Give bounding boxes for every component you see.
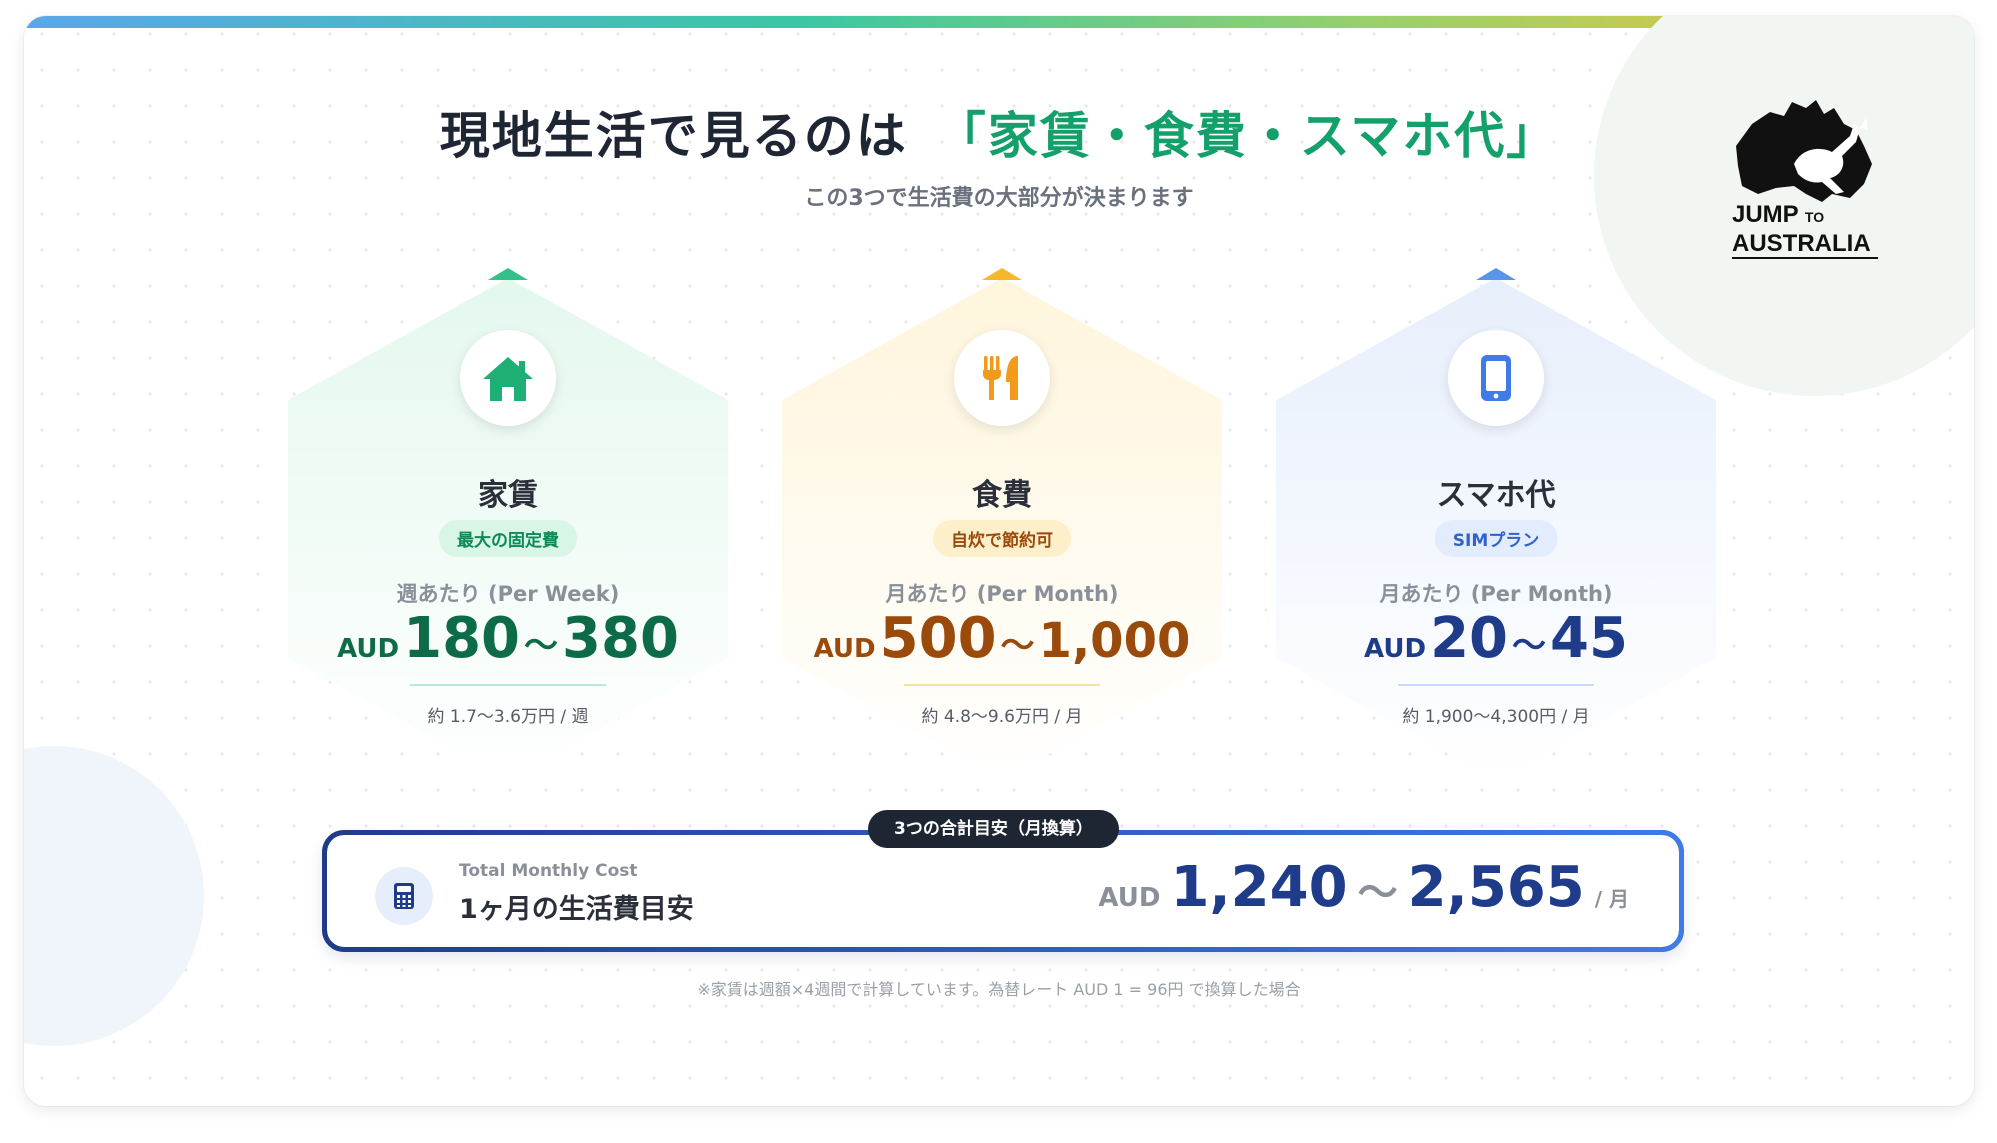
card-amount: AUD500 ～1,000 — [772, 606, 1232, 671]
decorative-circle — [24, 746, 204, 1046]
card-title: 食費 — [972, 478, 1032, 513]
divider — [1398, 684, 1594, 686]
card-title: 家賃 — [478, 478, 538, 513]
calculator-icon-badge — [375, 867, 433, 925]
amount-min: 1,240 — [1170, 855, 1348, 920]
house-icon-badge — [460, 330, 556, 426]
divider — [410, 684, 606, 686]
australia-map-icon — [1736, 100, 1872, 202]
smartphone-icon-badge — [1448, 330, 1544, 426]
currency-label: AUD — [1364, 634, 1427, 664]
card-yen-estimate: 約 4.8〜9.6万円 / 月 — [921, 707, 1083, 727]
card-title: スマホ代 — [1436, 478, 1556, 513]
house-icon — [483, 357, 533, 401]
amount-min: 500 — [879, 606, 997, 671]
card-period: 月あたり (Per Month) — [885, 582, 1119, 606]
page-title: 現地生活で見るのは 「家賃・食費・スマホ代」 — [24, 96, 1974, 178]
logo-line2: AUSTRALIA — [1732, 231, 1878, 259]
range-tilde: ～ — [1357, 870, 1398, 916]
card-badge: 自炊で節約可 — [933, 520, 1071, 557]
amount-max: 45 — [1550, 606, 1628, 671]
jump-to-australia-logo: JUMP TO AUSTRALIA — [1732, 94, 1892, 264]
card-period: 月あたり (Per Month) — [1379, 582, 1613, 606]
currency-label: AUD — [1098, 883, 1161, 913]
range-tilde: ～ — [524, 626, 559, 666]
currency-label: AUD — [337, 634, 400, 664]
fork-knife-icon — [983, 356, 1018, 400]
card-badge: 最大の固定費 — [439, 520, 577, 557]
total-cost-panel: Total Monthly Cost 1ヶ月の生活費目安 AUD 1,240 ～ 2,… — [322, 830, 1684, 952]
total-label-jp: 1ヶ月の生活費目安 — [459, 894, 694, 925]
amount-unit: / 月 — [1594, 887, 1629, 911]
logo-wordmark: JUMP TO AUSTRALIA — [1732, 202, 1882, 259]
fork-knife-icon-badge — [954, 330, 1050, 426]
card-yen-estimate: 約 1.7〜3.6万円 / 週 — [427, 707, 589, 727]
currency-label: AUD — [813, 634, 876, 664]
logo-line1: JUMP TO — [1732, 201, 1825, 228]
title-main: 現地生活で見るのは — [439, 107, 908, 165]
phone-card: スマホ代 SIMプラン 月あたり (Per Month) AUD20 ～45 約 … — [1266, 260, 1726, 790]
amount-min: 20 — [1430, 606, 1509, 671]
calculator-icon — [394, 883, 414, 909]
card-badge: SIMプラン — [1434, 520, 1558, 557]
card-period: 週あたり (Per Week) — [396, 582, 620, 606]
total-amount: AUD 1,240 ～ 2,565 / 月 — [1098, 855, 1629, 920]
amount-max: 2,565 — [1407, 855, 1585, 920]
range-tilde: ～ — [1000, 626, 1035, 666]
footnote: ※家賃は週額×4週間で計算しています。為替レート AUD 1 = 96円 で換算… — [697, 980, 1301, 999]
range-tilde: ～ — [1512, 626, 1547, 666]
card-amount: AUD20 ～45 — [1266, 606, 1726, 671]
card-amount: AUD180 ～380 — [278, 606, 738, 671]
slide: 現地生活で見るのは 「家賃・食費・スマホ代」 この3つで生活費の大部分が決まりま… — [24, 16, 1974, 1106]
amount-max: 380 — [562, 606, 679, 671]
title-highlight: 「家賃・食費・スマホ代」 — [935, 96, 1559, 178]
divider — [904, 684, 1100, 686]
food-card: 食費 自炊で節約可 月あたり (Per Month) AUD500 ～1,000 … — [772, 260, 1232, 790]
total-tab-label: 3つの合計目安（月換算） — [868, 810, 1119, 848]
amount-min: 180 — [403, 606, 521, 671]
card-yen-estimate: 約 1,900〜4,300円 / 月 — [1402, 707, 1590, 727]
total-label-en: Total Monthly Cost — [459, 861, 638, 881]
smartphone-icon — [1481, 355, 1511, 401]
rent-card: 家賃 最大の固定費 週あたり (Per Week) AUD180 ～380 約 1… — [278, 260, 738, 790]
amount-max: 1,000 — [1038, 613, 1191, 669]
page-subtitle: この3つで生活費の大部分が決まります — [804, 186, 1194, 211]
